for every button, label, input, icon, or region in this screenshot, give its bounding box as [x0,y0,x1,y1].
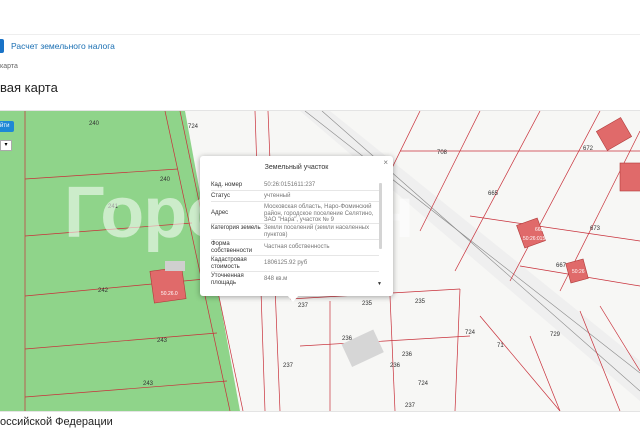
section-title: оссийской Федерации [0,416,113,428]
tax-calc-icon[interactable] [0,39,4,53]
chevron-down-icon: ▾ [4,142,8,148]
popup-row-ownership: Форма собственности Частная собственност… [211,241,379,254]
popup-row-address: Адрес Московская область, Наро-Фоминский… [211,204,379,224]
divider [211,201,379,202]
popup-row-label: Уточненная площадь [211,273,244,286]
parcel-label: 667 [556,263,567,269]
map-layer-select[interactable]: ▾ [0,140,12,151]
popup-row-cadastral-number: Кад. номер 50:26:0151611:237 [211,182,379,189]
building-1 [149,266,187,304]
parcel-label: 236 [390,363,401,369]
parcel-label: 237 [283,363,294,369]
popup-row-value: Частная собственность [264,244,330,250]
parcel-label: 235 [362,301,373,307]
parcel-label: 724 [465,330,476,336]
popup-row-area: Уточненная площадь 848 кв.м [211,273,379,286]
popup-row-value: 1806125.92 руб [264,260,308,266]
divider [211,255,379,256]
popup-row-label: Кад. номер [211,182,243,188]
popup-row-value: Московская область, Наро-Фоминский район… [264,204,374,223]
scroll-down-icon[interactable]: ▼ [377,281,382,287]
divider [211,239,379,240]
popup-row-value: Земли поселений (земли населенных пункто… [264,225,370,238]
close-icon[interactable]: × [383,158,388,167]
parcel-label: 673 [590,226,601,232]
divider [211,271,379,272]
building-label: 50:26 [572,269,585,275]
tax-calc-link[interactable]: Расчет земельного налога [11,41,115,51]
popup-row-cadastral-value: Кадастровая стоимость 1806125.92 руб [211,257,379,270]
popup-row-label: Кадастровая стоимость [211,257,247,270]
breadcrumb[interactable]: карта [0,63,18,70]
parcel-label: 236 [342,336,353,342]
parcel-label: 242 [98,288,109,294]
map-search-button[interactable]: йти [0,121,14,132]
divider [211,223,379,224]
tax-calc-row[interactable]: Расчет земельного налога [0,38,115,54]
parcel-label: 240 [89,121,100,127]
parcel-label: 672 [583,146,594,152]
parcel-label: 724 [188,124,199,130]
popup-row-land-category: Категория земель Земли поселений (земли … [211,225,379,238]
parcel-label: 708 [437,150,448,156]
divider [211,190,379,191]
popup-row-label: Статус [211,193,230,199]
parcel-label: 237 [298,303,309,309]
parcel-label: 71 [497,343,504,349]
popup-row-value: 848 кв.м [264,276,288,282]
building-label: 50:26:015 [523,236,546,242]
parcel-label: 237 [405,403,416,409]
popup-row-label: Категория земель [211,225,261,231]
parcel-label: 665 [488,191,499,197]
popup-pointer [287,295,299,302]
parcel-label: 243 [157,338,168,344]
parcel-label: 235 [415,299,426,305]
building-label: 50.26.0 [161,291,178,297]
page-title: вая карта [0,80,58,95]
parcel-label: 236 [402,352,413,358]
parcel-label: 243 [143,381,154,387]
parcel-label: 724 [418,381,429,387]
popup-row-value: 50:26:0151611:237 [264,182,316,188]
popup-row-value: учтенный [264,193,291,199]
popup-row-status: Статус учтенный [211,193,379,200]
parcel-info-popup: Земельный участок × Кад. номер 50:26:015… [200,156,393,296]
parcel-label: 729 [550,332,561,338]
top-bar [0,0,640,35]
popup-row-label: Форма собственности [211,241,253,254]
popup-title: Земельный участок [264,164,329,171]
building-2 [595,117,633,151]
building-shadow [165,261,185,271]
popup-scrollbar[interactable] [379,183,382,249]
building-3 [619,162,640,192]
popup-row-label: Адрес [211,210,229,216]
building-label: 668 [535,227,544,233]
